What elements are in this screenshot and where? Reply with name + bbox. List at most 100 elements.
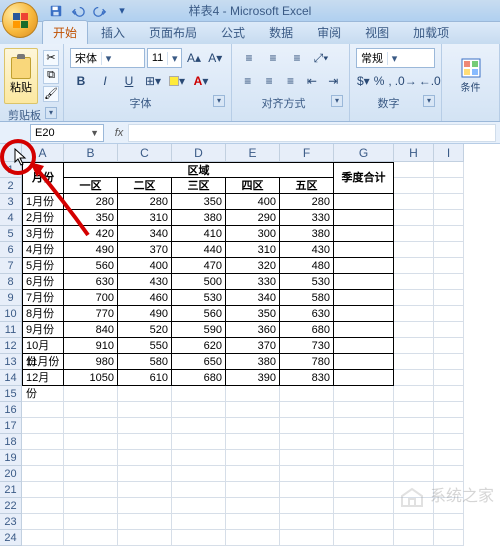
cell-D20[interactable] (172, 466, 226, 482)
tab-1[interactable]: 插入 (90, 20, 136, 44)
cell-I10[interactable] (434, 306, 464, 322)
cell-I14[interactable] (434, 370, 464, 386)
name-box[interactable]: E20▼ (30, 124, 104, 142)
cell-A24[interactable] (22, 530, 64, 546)
copy-icon[interactable]: ⧉ (43, 68, 59, 84)
cell-I19[interactable] (434, 450, 464, 466)
align-right-icon[interactable]: ≡ (281, 71, 300, 91)
cell-F17[interactable] (280, 418, 334, 434)
align-top-icon[interactable]: ≡ (238, 48, 260, 68)
cell-C22[interactable] (118, 498, 172, 514)
cell-B21[interactable] (64, 482, 118, 498)
cell-F21[interactable] (280, 482, 334, 498)
cond-format-button[interactable]: 条件 (460, 57, 482, 94)
row-header-23[interactable]: 23 (0, 514, 22, 530)
cell-D22[interactable] (172, 498, 226, 514)
row-header-17[interactable]: 17 (0, 418, 22, 434)
orientation-icon[interactable]: ⤢▾ (310, 48, 332, 68)
cell-F24[interactable] (280, 530, 334, 546)
row-header-24[interactable]: 24 (0, 530, 22, 546)
cell-E15[interactable] (226, 386, 280, 402)
cell-D19[interactable] (172, 450, 226, 466)
cell-I9[interactable] (434, 290, 464, 306)
cell-C15[interactable] (118, 386, 172, 402)
col-header-D[interactable]: D (172, 144, 226, 162)
col-header-A[interactable]: A (22, 144, 64, 162)
cell-I23[interactable] (434, 514, 464, 530)
cell-G22[interactable] (334, 498, 394, 514)
cell-G18[interactable] (334, 434, 394, 450)
format-painter-icon[interactable]: 🖌 (43, 86, 59, 102)
cell-B17[interactable] (64, 418, 118, 434)
cell-B19[interactable] (64, 450, 118, 466)
cell-B23[interactable] (64, 514, 118, 530)
cell-H18[interactable] (394, 434, 434, 450)
cell-C20[interactable] (118, 466, 172, 482)
row-header-15[interactable]: 15 (0, 386, 22, 402)
row-header-12[interactable]: 12 (0, 338, 22, 354)
cell-F15[interactable] (280, 386, 334, 402)
tab-7[interactable]: 加载项 (402, 20, 460, 44)
cell-H23[interactable] (394, 514, 434, 530)
grow-font-icon[interactable]: A▴ (184, 48, 203, 68)
col-header-F[interactable]: F (280, 144, 334, 162)
cell-I15[interactable] (434, 386, 464, 402)
cell-F18[interactable] (280, 434, 334, 450)
cell-E19[interactable] (226, 450, 280, 466)
cell-H17[interactable] (394, 418, 434, 434)
cell-D16[interactable] (172, 402, 226, 418)
select-all-corner[interactable] (0, 144, 22, 162)
cell-H2[interactable] (394, 178, 434, 194)
font-color-button[interactable]: A▾ (190, 71, 212, 91)
cell-C23[interactable] (118, 514, 172, 530)
cell-I3[interactable] (434, 194, 464, 210)
cell-H19[interactable] (394, 450, 434, 466)
italic-button[interactable]: I (94, 71, 116, 91)
cell-G21[interactable] (334, 482, 394, 498)
cell-I7[interactable] (434, 258, 464, 274)
cell-I17[interactable] (434, 418, 464, 434)
cell-I8[interactable] (434, 274, 464, 290)
row-header-5[interactable]: 5 (0, 226, 22, 242)
row-header-21[interactable]: 21 (0, 482, 22, 498)
number-dialog-icon[interactable]: ▾ (423, 95, 435, 107)
fill-color-button[interactable]: ▾ (166, 71, 188, 91)
tab-5[interactable]: 审阅 (306, 20, 352, 44)
font-name-combo[interactable]: 宋体▾ (70, 48, 145, 68)
row-header-13[interactable]: 13 (0, 354, 22, 370)
cell-G16[interactable] (334, 402, 394, 418)
cell-A22[interactable] (22, 498, 64, 514)
col-header-G[interactable]: G (334, 144, 394, 162)
cell-I24[interactable] (434, 530, 464, 546)
row-header-6[interactable]: 6 (0, 242, 22, 258)
cell-B22[interactable] (64, 498, 118, 514)
row-header-1[interactable]: 1 (0, 162, 22, 178)
cell-I20[interactable] (434, 466, 464, 482)
row-header-8[interactable]: 8 (0, 274, 22, 290)
cell-G17[interactable] (334, 418, 394, 434)
cell-G15[interactable] (334, 386, 394, 402)
cell-I16[interactable] (434, 402, 464, 418)
cell-D23[interactable] (172, 514, 226, 530)
cell-B18[interactable] (64, 434, 118, 450)
row-header-19[interactable]: 19 (0, 450, 22, 466)
cell-I6[interactable] (434, 242, 464, 258)
cell-C17[interactable] (118, 418, 172, 434)
border-button[interactable]: ⊞▾ (142, 71, 164, 91)
bold-button[interactable]: B (70, 71, 92, 91)
cell-E21[interactable] (226, 482, 280, 498)
cell-E16[interactable] (226, 402, 280, 418)
cell-H11[interactable] (394, 322, 434, 338)
cell-D18[interactable] (172, 434, 226, 450)
cell-C18[interactable] (118, 434, 172, 450)
cell-H15[interactable] (394, 386, 434, 402)
cell-H7[interactable] (394, 258, 434, 274)
font-dialog-icon[interactable]: ▾ (213, 95, 225, 107)
tab-6[interactable]: 视图 (354, 20, 400, 44)
cell-F22[interactable] (280, 498, 334, 514)
cell-I2[interactable] (434, 178, 464, 194)
cell-H5[interactable] (394, 226, 434, 242)
cell-I13[interactable] (434, 354, 464, 370)
cell-I4[interactable] (434, 210, 464, 226)
cell-B16[interactable] (64, 402, 118, 418)
